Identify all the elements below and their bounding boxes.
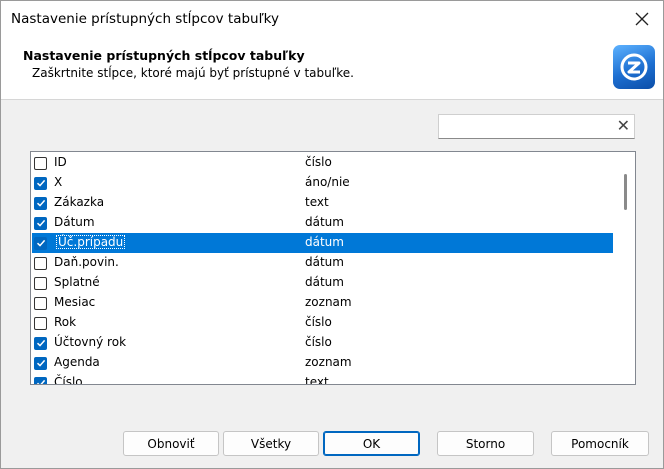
- list-item[interactable]: Mesiac zoznam: [32, 293, 613, 313]
- list-item[interactable]: Splatné dátum: [32, 273, 613, 293]
- clear-search-icon[interactable]: ✕: [617, 116, 630, 135]
- checkmark-icon: [36, 199, 45, 207]
- list-item[interactable]: Xáno/nie: [32, 173, 613, 193]
- list-item[interactable]: Zákazka text: [32, 193, 613, 213]
- column-type: dátum: [305, 235, 344, 249]
- list-item[interactable]: ID číslo: [32, 153, 613, 173]
- column-checkbox[interactable]: [34, 356, 47, 370]
- column-type: zoznam: [305, 295, 352, 309]
- title-bar: Nastavenie prístupných stĺpcov tabuľky: [1, 1, 663, 39]
- ok-button[interactable]: OK: [323, 431, 420, 456]
- column-type: text: [305, 195, 329, 209]
- column-type: číslo: [305, 155, 332, 169]
- column-name: Rok: [54, 315, 77, 329]
- column-checkbox[interactable]: [34, 276, 47, 290]
- search-input[interactable]: [443, 118, 607, 137]
- search-box: ✕: [438, 114, 635, 139]
- column-checkbox[interactable]: [34, 216, 47, 230]
- column-type: dátum: [305, 275, 344, 289]
- dialog-window: Nastavenie prístupných stĺpcov tabuľky N…: [0, 0, 664, 469]
- column-name: Splatné: [54, 275, 100, 289]
- scrollbar-thumb[interactable]: [624, 174, 627, 210]
- column-checkbox[interactable]: [34, 256, 47, 270]
- cancel-button[interactable]: Storno: [437, 431, 534, 456]
- refresh-button[interactable]: Obnoviť: [123, 431, 219, 456]
- checkmark-icon: [36, 359, 45, 367]
- window-title: Nastavenie prístupných stĺpcov tabuľky: [11, 11, 279, 27]
- column-checkbox[interactable]: [34, 196, 47, 210]
- column-type: dátum: [305, 215, 344, 229]
- list-item[interactable]: Účtovný rok číslo: [32, 333, 613, 353]
- column-checkbox[interactable]: [34, 316, 47, 330]
- list-item[interactable]: Dátum dátum: [32, 213, 613, 233]
- column-checkbox[interactable]: [34, 376, 47, 384]
- column-name: ID: [54, 155, 67, 169]
- column-checkbox[interactable]: [34, 236, 47, 250]
- list-item[interactable]: Rok číslo: [32, 313, 613, 333]
- list-item[interactable]: Agenda zoznam: [32, 353, 613, 373]
- checkmark-icon: [36, 379, 45, 384]
- dialog-header: Nastavenie prístupných stĺpcov tabuľky Z…: [1, 39, 663, 100]
- header-subtitle: Zaškrtnite stĺpce, ktoré majú byť prístu…: [32, 66, 354, 80]
- column-name: Dátum: [54, 215, 95, 229]
- columns-list[interactable]: ID číslo Xáno/nie Zákazka text Dátum dátum Úč.p…: [30, 151, 636, 385]
- checkmark-icon: [36, 179, 45, 187]
- column-name: Agenda: [54, 355, 100, 369]
- column-name: Daň.povin.: [54, 255, 119, 269]
- select-all-button[interactable]: Všetky: [223, 431, 319, 456]
- column-checkbox[interactable]: [34, 156, 47, 170]
- help-button[interactable]: Pomocník: [551, 431, 649, 456]
- column-type: zoznam: [305, 355, 352, 369]
- checkmark-icon: [36, 219, 45, 227]
- column-type: dátum: [305, 255, 344, 269]
- column-type: áno/nie: [305, 175, 350, 189]
- column-name: Zákazka: [54, 195, 105, 209]
- close-button[interactable]: [627, 5, 657, 33]
- checkmark-icon: [36, 239, 45, 247]
- list-item[interactable]: Úč.prípadu dátum: [32, 233, 613, 253]
- column-checkbox[interactable]: [34, 176, 47, 190]
- column-checkbox[interactable]: [34, 336, 47, 350]
- list-item[interactable]: Číslo text: [32, 373, 613, 385]
- column-name: Číslo: [54, 375, 83, 385]
- column-type: číslo: [305, 335, 332, 349]
- column-name: Účtovný rok: [54, 335, 127, 349]
- column-checkbox[interactable]: [34, 296, 47, 310]
- column-name: Mesiac: [54, 295, 96, 309]
- column-type: text: [305, 375, 329, 385]
- list-scrollbar[interactable]: [619, 154, 633, 382]
- list-item[interactable]: Daň.povin. dátum: [32, 253, 613, 273]
- close-icon: [635, 12, 649, 26]
- column-name: Úč.prípadu: [56, 235, 126, 249]
- column-name: X: [54, 175, 63, 189]
- header-title: Nastavenie prístupných stĺpcov tabuľky: [23, 48, 305, 63]
- checkmark-icon: [36, 339, 45, 347]
- column-type: číslo: [305, 315, 332, 329]
- app-logo-icon: [613, 45, 655, 89]
